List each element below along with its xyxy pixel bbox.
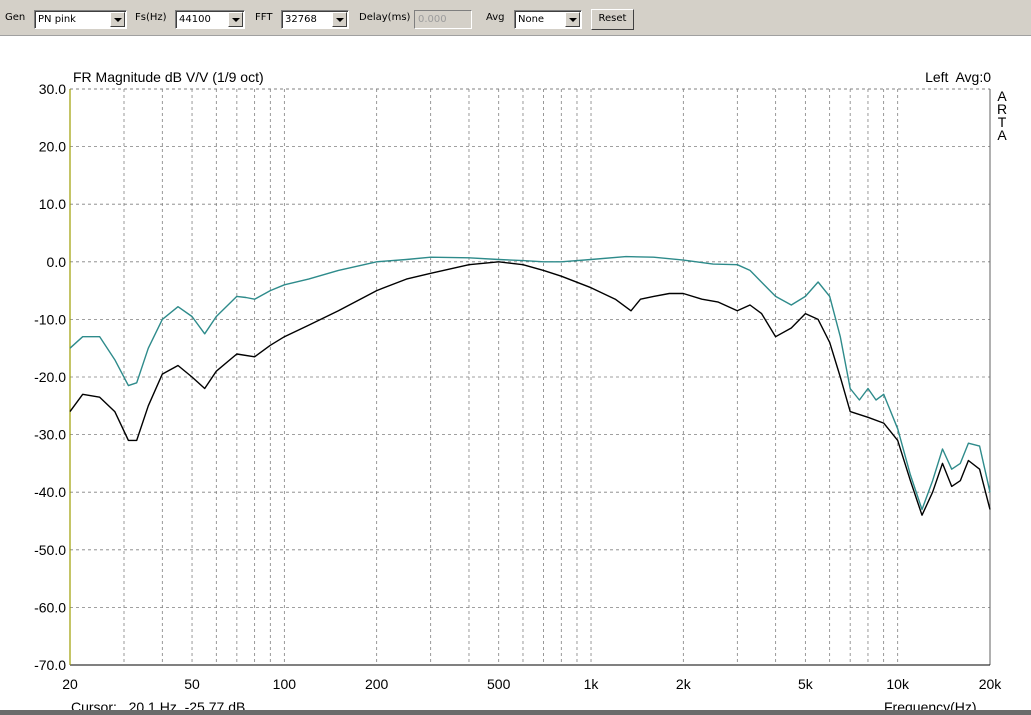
x-tick-label: 2k [676,676,692,692]
y-tick-label: -50.0 [34,542,66,558]
y-tick-label: 30.0 [39,81,66,97]
x-tick-label: 20k [979,676,1003,692]
x-tick-label: 200 [365,676,389,692]
y-tick-label: 10.0 [39,196,66,212]
x-tick-label: 500 [487,676,511,692]
y-tick-label: 0.0 [47,254,67,270]
x-tick-label: 20 [62,676,78,692]
y-tick-label: -70.0 [34,657,66,673]
x-tick-label: 100 [273,676,297,692]
series-line-black [69,261,991,516]
y-tick-label: -10.0 [34,311,66,327]
x-tick-label: 50 [184,676,200,692]
bottom-border [0,710,1031,715]
y-tick-label: -20.0 [34,369,66,385]
y-tick-label: 20.0 [39,139,66,155]
y-tick-label: -40.0 [34,484,66,500]
x-tick-label: 1k [584,676,600,692]
frequency-response-plot[interactable]: 30.0 20.0 10.0 0.0 -10.0 -20.0 -30.0 -40.0 -50.0… [0,0,1031,715]
y-tick-label: -30.0 [34,427,66,443]
x-tick-label: 5k [798,676,814,692]
y-tick-label: -60.0 [34,599,66,615]
x-tick-label: 10k [886,676,910,692]
